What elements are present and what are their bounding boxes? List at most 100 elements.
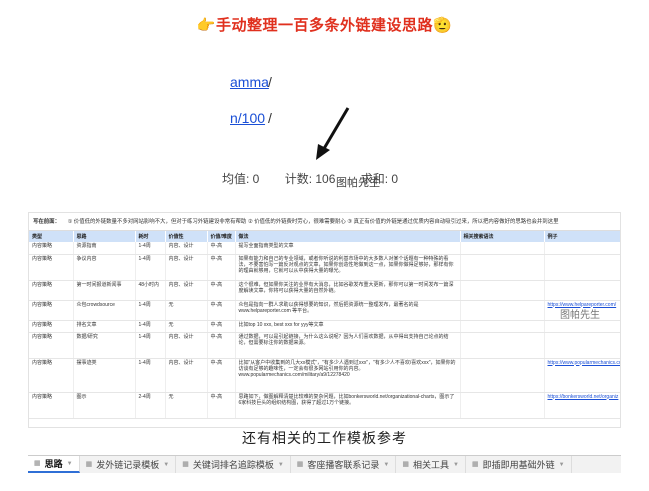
cell[interactable]: 排名文章 (73, 320, 136, 333)
col-header[interactable]: 耗时 (135, 231, 166, 242)
cell[interactable]: 1-4周 (135, 242, 166, 255)
cell[interactable]: 内容策略 (29, 320, 74, 333)
cell[interactable] (544, 320, 620, 333)
cell[interactable]: 中-高 (207, 300, 236, 321)
cell[interactable]: 通过数据，可以是引起链接，为什么这么说呢？因为人们喜欢数据，从中得出支持自己论点… (235, 332, 461, 359)
cell[interactable]: 内容策略 (29, 392, 74, 419)
cell[interactable]: 资源指南 (73, 242, 136, 255)
cell[interactable]: 内容策略 (29, 300, 74, 321)
cell[interactable] (544, 254, 620, 281)
cell[interactable]: 中-高 (207, 392, 236, 419)
chevron-down-icon[interactable]: ▼ (67, 456, 73, 473)
col-header[interactable]: 思路 (73, 231, 136, 242)
cell[interactable] (544, 332, 620, 359)
chevron-down-icon[interactable]: ▼ (453, 456, 459, 473)
cell[interactable]: 无 (165, 300, 208, 321)
saluting-face-icon: 🫡 (433, 17, 453, 34)
cell[interactable]: 这个很难，但如果你关注的业界有大消息，比如谷歌发布重大更新，那你可以第一时间发布… (235, 280, 461, 301)
table-row[interactable]: 内容策略 资源指南 1-4周 内容、设计 中-高 提写全面指南类型的文章 (29, 242, 620, 255)
tab-关键词排名追踪模板[interactable]: ▦ 关键词排名追踪模板 ▼ (176, 456, 291, 473)
chevron-down-icon[interactable]: ▼ (383, 456, 389, 473)
header-row: 类型 思路 耗时 价值性 价值/难度 做法 相关搜索语法 例子 (29, 231, 620, 242)
cell[interactable]: 众包是指向一群人求助以获得想要的知识，然后把资源统一整理发布，最著名的是 www… (235, 300, 461, 321)
cell[interactable]: 摆事迹类 (73, 358, 136, 393)
tab-客座播客联系记录[interactable]: ▦ 客座播客联系记录 ▼ (291, 456, 397, 473)
cell[interactable]: 争议内容 (73, 254, 136, 281)
tab-相关工具[interactable]: ▦ 相关工具 ▼ (396, 456, 466, 473)
cell[interactable] (460, 392, 545, 419)
cell[interactable]: 数据/研究 (73, 332, 136, 359)
cell[interactable]: 第一时间报道新闻事 (73, 280, 136, 301)
cell[interactable]: 内容策略 (29, 280, 74, 301)
chevron-down-icon[interactable]: ▼ (278, 456, 284, 473)
cell[interactable]: 中-高 (207, 280, 236, 301)
cell[interactable] (544, 242, 620, 255)
cell[interactable]: 众包crowdsource (73, 300, 136, 321)
cell[interactable]: 1-4周 (135, 320, 166, 333)
cell[interactable]: 比如top 10 xxx, best xxx for yyy等文章 (235, 320, 461, 333)
url-cell[interactable]: https://www.popularmechanics.com (544, 358, 620, 393)
chevron-down-icon[interactable]: ▼ (163, 456, 169, 473)
cell[interactable] (460, 358, 545, 393)
cell[interactable]: 如果有能力和自己的专业领域，或者你听说的利基市场中的大多数人对某个话题有一种特殊… (235, 254, 461, 281)
cell[interactable]: 1-4周 (135, 358, 166, 393)
cell[interactable]: 内容策略 (29, 242, 74, 255)
cell[interactable]: 1-4周 (135, 254, 166, 281)
cell[interactable] (544, 280, 620, 301)
cell[interactable]: 2-4周 (135, 392, 166, 419)
notice-3: ③ 真正有价值的外链是通过优质内容自动吸引过来，所以把内容做好的思路也会并到这里 (347, 219, 559, 225)
cell[interactable] (460, 300, 545, 321)
cell[interactable]: 内容、设计 (165, 332, 208, 359)
col-header[interactable]: 价值/难度 (207, 231, 236, 242)
cell[interactable]: 中-高 (207, 358, 236, 393)
cell[interactable] (460, 332, 545, 359)
slash-2: / (268, 110, 272, 126)
cell[interactable]: 图示 (73, 392, 136, 419)
url-cell[interactable]: https://bonkersworld.net/organiz (544, 392, 620, 419)
cell[interactable]: 内容策略 (29, 254, 74, 281)
cell[interactable]: 1-4周 (135, 332, 166, 359)
table-row[interactable]: 内容策略 争议内容 1-4周 内容、设计 中-高 如果有能力和自己的专业领域，或… (29, 254, 620, 281)
cell[interactable]: 无 (165, 320, 208, 333)
table-row[interactable]: 内容策略 众包crowdsource 1-4周 无 中-高 众包是指向一群人求助… (29, 300, 620, 321)
cell[interactable]: 提写全面指南类型的文章 (235, 242, 461, 255)
cell[interactable]: 中-高 (207, 254, 236, 281)
tab-思路[interactable]: ▦ 思路 ▼ (28, 456, 80, 473)
tab-label: 即插即用基础外链 (482, 459, 555, 470)
table-row[interactable]: 内容策略 数据/研究 1-4周 内容、设计 中-高 通过数据，可以是引起链接，为… (29, 332, 620, 359)
cell[interactable]: 中-高 (207, 332, 236, 359)
cell[interactable]: 内容策略 (29, 358, 74, 393)
notice-1: ① 价值低的外链数量不多对网站影响不大，但对于练习外链建设非常有帮助 (67, 219, 247, 225)
cell[interactable]: 比如"从客户中收集到的几大xx模式"，"有多少人遇到过xxx"，"有多少人不喜欢… (235, 358, 461, 393)
chevron-down-icon[interactable]: ▼ (559, 456, 565, 473)
cell[interactable]: 内容策略 (29, 332, 74, 359)
status-count: 计数: 106 (284, 172, 336, 186)
cell[interactable]: 内容、设计 (165, 242, 208, 255)
cell[interactable]: 内容、设计 (165, 280, 208, 301)
cell[interactable]: 内容、设计 (165, 254, 208, 281)
tab-即插即用基础外链[interactable]: ▦ 即插即用基础外链 ▼ (466, 456, 572, 473)
cell[interactable]: 中-高 (207, 320, 236, 333)
cell[interactable]: 无 (165, 392, 208, 419)
cell[interactable] (460, 320, 545, 333)
cell[interactable] (460, 254, 545, 281)
cell[interactable] (460, 242, 545, 255)
col-header[interactable]: 相关搜索语法 (460, 231, 545, 242)
col-header[interactable]: 价值性 (165, 231, 208, 242)
col-header[interactable]: 做法 (235, 231, 461, 242)
table-row[interactable]: 内容策略 第一时间报道新闻事 48小时内 内容、设计 中-高 这个很难，但如果你… (29, 280, 620, 301)
cell[interactable]: 思路如下，做图解释清楚比较难的复杂问题，比如bonkersworld.net/o… (235, 392, 461, 419)
table-row[interactable]: 内容策略 摆事迹类 1-4周 内容、设计 中-高 比如"从客户中收集到的几大xx… (29, 358, 620, 393)
url-link-1[interactable]: amma (230, 74, 269, 90)
url-link-2[interactable]: n/100 (230, 110, 265, 126)
col-header[interactable]: 例子 (544, 231, 620, 242)
cell[interactable] (460, 280, 545, 301)
cell[interactable]: 内容、设计 (165, 358, 208, 393)
cell[interactable]: 1-4周 (135, 300, 166, 321)
cell[interactable]: 48小时内 (135, 280, 166, 301)
col-header[interactable]: 类型 (29, 231, 74, 242)
table-row[interactable]: 内容策略 排名文章 1-4周 无 中-高 比如top 10 xxx, best … (29, 320, 620, 333)
cell[interactable]: 中-高 (207, 242, 236, 255)
table-row[interactable]: 内容策略 图示 2-4周 无 中-高 思路如下，做图解释清楚比较难的复杂问题，比… (29, 392, 620, 419)
tab-发外链记录模板[interactable]: ▦ 发外链记录模板 ▼ (80, 456, 177, 473)
